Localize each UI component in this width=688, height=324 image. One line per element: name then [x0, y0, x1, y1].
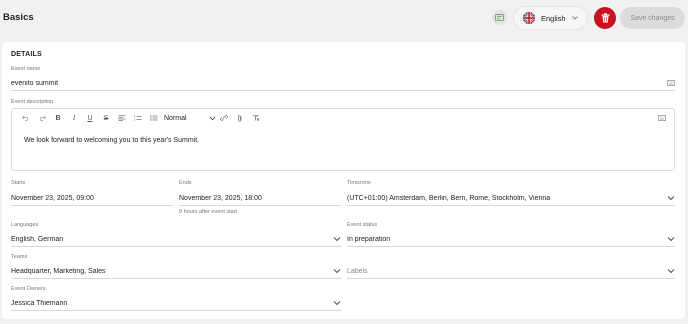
event-status-value: In preparation: [347, 235, 391, 243]
starts-label: Starts: [11, 180, 26, 186]
translate-button[interactable]: [492, 10, 507, 25]
trash-icon: [601, 13, 609, 23]
clear-format-icon[interactable]: [248, 111, 264, 125]
underline-icon[interactable]: U: [82, 111, 98, 125]
description-editor[interactable]: B I U S 12 Normal We look forward to wel…: [11, 108, 675, 171]
ends-value: November 23, 2025, 18:00: [179, 194, 262, 202]
ends-field[interactable]: November 23, 2025, 18:00: [179, 191, 341, 206]
languages-select[interactable]: English, German: [11, 232, 341, 247]
event-owners-select[interactable]: Jessica Thiemann: [11, 296, 341, 311]
timezone-value: (UTC+01:00) Amsterdam, Berlin, Bern, Rom…: [347, 194, 551, 202]
event-name-field[interactable]: evenito summit: [11, 76, 675, 91]
labels-placeholder: Labels: [347, 267, 368, 275]
bold-icon[interactable]: B: [50, 111, 66, 125]
chevron-down-icon: [333, 269, 341, 274]
editor-toolbar: B I U S 12 Normal: [12, 109, 674, 127]
svg-text:2: 2: [134, 119, 136, 122]
keyboard-icon[interactable]: [667, 80, 675, 86]
languages-value: English, German: [11, 235, 64, 243]
bullet-list-icon[interactable]: [146, 111, 162, 125]
uk-flag-icon: [523, 12, 535, 24]
event-status-select[interactable]: In preparation: [347, 232, 675, 247]
keyboard-icon[interactable]: [654, 111, 670, 125]
chevron-down-icon: [571, 16, 578, 20]
italic-icon[interactable]: I: [66, 111, 82, 125]
event-owners-value: Jessica Thiemann: [11, 299, 68, 307]
text-format-value: Normal: [164, 114, 187, 122]
language-label: English: [541, 13, 566, 23]
redo-icon[interactable]: [34, 111, 50, 125]
language-select[interactable]: English: [513, 6, 588, 30]
teams-select[interactable]: Headquarter, Marketing, Sales: [11, 264, 341, 279]
ends-hint: 9 hours after event start: [179, 209, 238, 215]
details-card: DETAILS Event name evenito summit Event …: [2, 42, 685, 319]
event-name-value: evenito summit: [11, 79, 59, 87]
link-icon[interactable]: [216, 111, 232, 125]
save-changes-button[interactable]: Save changes: [620, 7, 685, 29]
page-title: Basics: [3, 12, 34, 23]
page-header: Basics English Save changes: [0, 0, 688, 36]
event-name-label: Event name: [11, 66, 41, 72]
section-title: DETAILS: [11, 51, 42, 58]
strikethrough-icon[interactable]: S: [98, 111, 114, 125]
timezone-select[interactable]: (UTC+01:00) Amsterdam, Berlin, Bern, Rom…: [347, 191, 675, 206]
chevron-down-icon: [667, 237, 675, 242]
delete-button[interactable]: [594, 7, 616, 29]
align-icon[interactable]: [114, 111, 130, 125]
event-status-label: Event status: [347, 222, 378, 228]
undo-icon[interactable]: [18, 111, 34, 125]
attachment-icon[interactable]: [232, 111, 248, 125]
teams-value: Headquarter, Marketing, Sales: [11, 267, 106, 275]
ends-label: Ends: [179, 180, 192, 186]
starts-field[interactable]: November 23, 2025, 09:00: [11, 191, 173, 206]
ordered-list-icon[interactable]: 12: [130, 111, 146, 125]
chevron-down-icon: [209, 116, 216, 120]
chevron-down-icon: [667, 196, 675, 201]
event-owners-label: Event Owners: [11, 286, 46, 292]
translate-icon: [495, 14, 504, 21]
teams-label: Teams: [11, 254, 28, 260]
languages-label: Languages: [11, 222, 39, 228]
labels-select[interactable]: Labels: [347, 264, 675, 279]
text-format-select[interactable]: Normal: [164, 111, 216, 125]
timezone-label: Timezone: [347, 180, 371, 186]
event-description-label: Event description: [11, 99, 54, 105]
chevron-down-icon: [333, 301, 341, 306]
chevron-down-icon: [333, 237, 341, 242]
starts-value: November 23, 2025, 09:00: [11, 194, 94, 202]
chevron-down-icon: [667, 269, 675, 274]
description-text[interactable]: We look forward to welcoming you to this…: [24, 137, 199, 144]
